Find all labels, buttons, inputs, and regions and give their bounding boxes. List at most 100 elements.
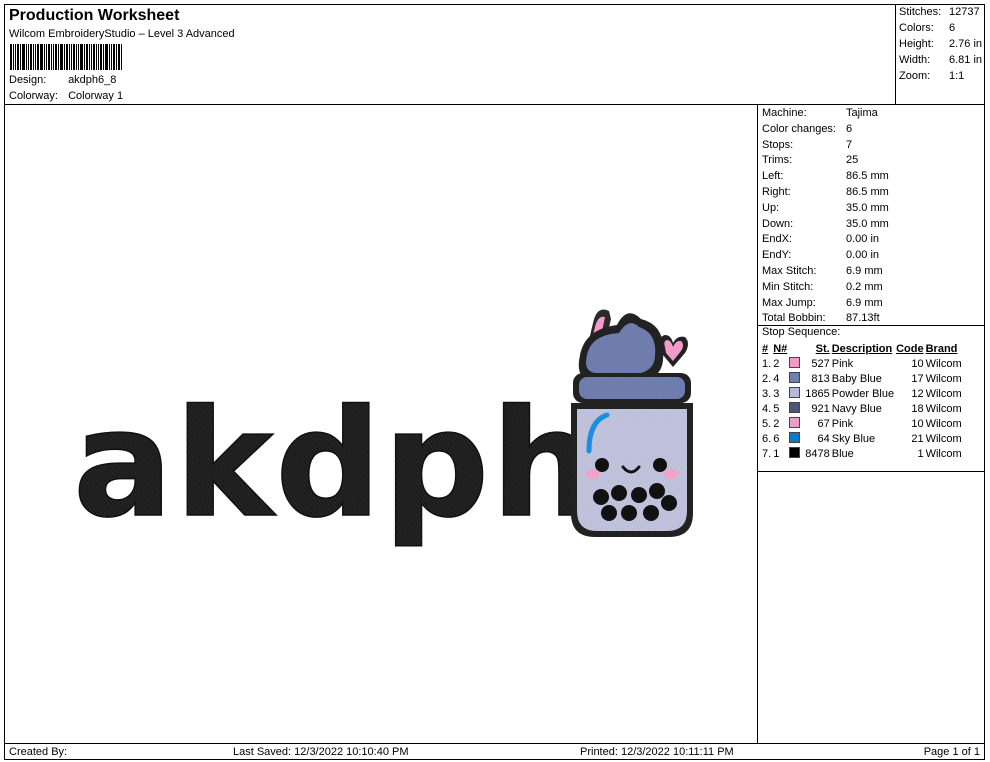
boba-jar-icon	[571, 309, 693, 537]
thread-brand: Wilcom	[925, 357, 962, 370]
machine-info-row: Trims: 25	[762, 154, 858, 166]
thread-description: Powder Blue	[831, 387, 895, 400]
col-description: Description	[831, 342, 893, 355]
barcode-bar	[78, 44, 79, 70]
summary-label: Zoom:	[899, 70, 931, 82]
swatch-cell	[788, 371, 804, 386]
table-row: 1. 2 527 Pink 10 Wilcom	[761, 356, 963, 371]
stitch-count: 8478	[805, 447, 830, 460]
summary-value: 6.81 in	[949, 54, 983, 66]
barcode-bar	[28, 44, 29, 70]
design-row: Design: akdph6_8	[9, 74, 116, 86]
machine-info-value: 35.0 mm	[846, 217, 889, 230]
table-bottom-divider	[758, 471, 984, 472]
software-subtitle: Wilcom EmbroideryStudio – Level 3 Advanc…	[9, 28, 235, 40]
machine-info-label: Left:	[762, 170, 784, 183]
thread-code: 12	[911, 387, 924, 400]
worksheet-header: Production Worksheet Wilcom EmbroiderySt…	[5, 5, 895, 105]
barcode-bar	[37, 44, 39, 70]
table-row: 2. 4 813 Baby Blue 17 Wilcom	[761, 371, 963, 386]
stop-sequence-title: Stop Sequence:	[762, 326, 841, 338]
summary-value: 2.76 in	[949, 38, 983, 50]
machine-info-row: Color changes: 6	[762, 123, 852, 135]
summary-row-zoom: Zoom: 1:1	[899, 70, 964, 82]
barcode-bar	[91, 44, 92, 70]
thread-code: 18	[911, 402, 924, 415]
table-row: 5. 2 67 Pink 10 Wilcom	[761, 416, 963, 431]
machine-info-row: Max Stitch: 6.9 mm	[762, 265, 883, 277]
swatch-cell	[788, 386, 804, 401]
machine-info-value: 0.2 mm	[846, 280, 883, 293]
machine-info-value: 86.5 mm	[846, 170, 889, 183]
barcode-bar	[44, 44, 45, 70]
color-swatch	[789, 402, 801, 413]
machine-info-row: Up: 35.0 mm	[762, 202, 889, 214]
thread-code: 17	[911, 372, 924, 385]
machine-info-label: Max Jump:	[762, 296, 816, 309]
machine-info-value: 35.0 mm	[846, 201, 889, 214]
thread-brand: Wilcom	[925, 402, 962, 415]
colorway-label: Colorway:	[9, 90, 58, 102]
stitch-count: 1865	[805, 387, 830, 400]
barcode-bar	[100, 44, 102, 70]
machine-info-row: Left: 86.5 mm	[762, 170, 889, 182]
design-value: akdph6_8	[68, 74, 117, 86]
machine-info-row: EndX: 0.00 in	[762, 233, 879, 245]
table-row: 4. 5 921 Navy Blue 18 Wilcom	[761, 401, 963, 416]
barcode-bar	[40, 44, 43, 70]
machine-info-value: 0.00 in	[846, 249, 880, 262]
barcode-bar	[15, 44, 16, 70]
needle-number: 6	[773, 432, 780, 445]
thread-description: Sky Blue	[831, 432, 876, 445]
color-swatch	[789, 387, 801, 398]
stop-sequence-table: # N# St. Description Code Brand 1. 2 527 Pi…	[761, 341, 963, 461]
table-header-row: # N# St. Description Code Brand	[761, 341, 963, 356]
thread-brand: Wilcom	[925, 387, 962, 400]
barcode-bar	[113, 44, 115, 70]
machine-info-label: Machine:	[762, 107, 807, 119]
thread-code: 1	[917, 447, 924, 460]
barcode-bar	[51, 44, 52, 70]
machine-info-value: 7	[846, 138, 853, 151]
summary-box: Stitches: 12737 Colors: 6 Height: 2.76 in W…	[895, 5, 984, 105]
machine-info-label: Min Stitch:	[762, 280, 814, 293]
barcode-bar	[22, 44, 25, 70]
machine-info-value: 6	[846, 122, 853, 135]
stitch-count: 921	[811, 402, 830, 415]
table-row: 3. 3 1865 Powder Blue 12 Wilcom	[761, 386, 963, 401]
barcode-bar	[86, 44, 88, 70]
thread-brand: Wilcom	[925, 417, 962, 430]
thread-description: Baby Blue	[831, 372, 882, 385]
barcode-bar	[98, 44, 99, 70]
thread-brand: Wilcom	[925, 432, 962, 445]
color-swatch	[789, 447, 801, 458]
thread-code: 10	[911, 357, 924, 370]
colorway-row: Colorway: Colorway 1	[9, 90, 123, 102]
barcode-bar	[26, 44, 27, 70]
printed-date: Printed: 12/3/2022 10:11:11 PM	[580, 746, 734, 758]
machine-info-label: Stops:	[762, 138, 794, 151]
machine-info-row: Right: 86.5 mm	[762, 186, 889, 198]
summary-value: 6	[949, 22, 956, 34]
summary-value: 1:1	[949, 70, 965, 82]
worksheet-footer: Created By: Last Saved: 12/3/2022 10:10:…	[5, 743, 984, 759]
barcode-bar	[20, 44, 21, 70]
swatch-cell	[788, 431, 804, 446]
stop-number: 5.	[762, 417, 772, 430]
page-title: Production Worksheet	[9, 7, 180, 24]
barcode-bar	[46, 44, 47, 70]
machine-info-value: 25	[846, 154, 859, 167]
machine-info-row: Down: 35.0 mm	[762, 218, 889, 230]
stitch-count: 64	[817, 432, 830, 445]
machine-info-row: Max Jump: 6.9 mm	[762, 297, 883, 309]
summary-row-colors: Colors: 6	[899, 22, 955, 34]
summary-row-height: Height: 2.76 in	[899, 38, 982, 50]
embroidery-preview: akdph	[72, 309, 693, 551]
col-stitches: St.	[815, 342, 830, 355]
barcode-bar	[55, 44, 57, 70]
col-num: #	[762, 342, 769, 355]
stop-number: 4.	[762, 402, 772, 415]
barcode-bar	[118, 44, 120, 70]
swatch-cell	[788, 356, 804, 371]
barcode-bar	[76, 44, 77, 70]
